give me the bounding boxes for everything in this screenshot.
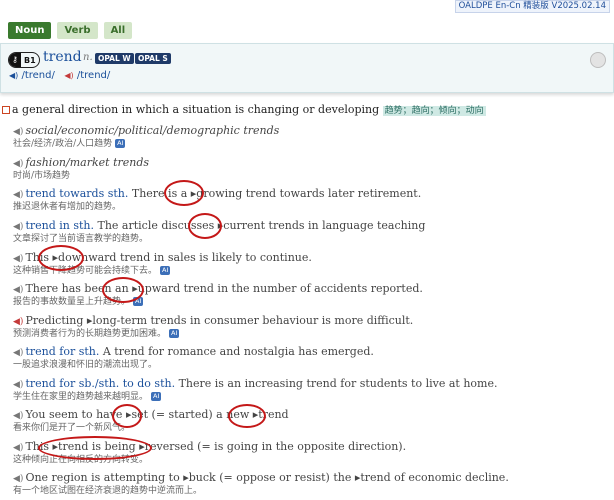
settings-icon[interactable] bbox=[590, 52, 606, 68]
example-chinese: 时尚/市场趋势 bbox=[13, 171, 71, 181]
example-line: ◀) trend towards sth. There is a ▸growing… bbox=[13, 187, 421, 201]
example-chinese: 一股追求浪漫和怀旧的潮流出现了。 bbox=[13, 360, 158, 370]
example-english: One region is attempting to ▸buck (= opp… bbox=[25, 471, 509, 484]
speaker-icon[interactable]: ◀) bbox=[13, 380, 23, 390]
example-chinese: 这种销售下降趋势可能会持续下去。 bbox=[13, 266, 158, 276]
tab-all[interactable]: All bbox=[103, 22, 133, 39]
example-chinese: 文章探讨了当前语言教学的趋势。 bbox=[13, 234, 149, 244]
example-english: social/economic/political/demographic tr… bbox=[25, 124, 280, 137]
speaker-icon[interactable]: ◀) bbox=[13, 254, 23, 264]
example-chinese: 有一个地区试图在经济衰退的趋势中逆流而上。 bbox=[13, 486, 203, 496]
pos-tabs: Noun Verb All bbox=[8, 22, 133, 39]
collocation-pattern: trend for sb./sth. to do sth. bbox=[25, 377, 176, 390]
example-line: ◀) Predicting ▸long-term trends in consum… bbox=[13, 314, 413, 328]
example-item: ◀) trend towards sth. There is a ▸growing… bbox=[13, 187, 421, 213]
speaker-icon[interactable]: ◀) bbox=[13, 222, 23, 232]
example-item: ◀) fashion/market trends 时尚/市场趋势 bbox=[13, 156, 149, 182]
example-line: ◀) fashion/market trends bbox=[13, 156, 149, 170]
definition-text: a general direction in which a situation… bbox=[12, 103, 380, 116]
example-line: ◀) trend for sth. A trend for romance and… bbox=[13, 345, 374, 359]
headword: trend bbox=[43, 49, 82, 65]
speaker-icon[interactable]: ◀) bbox=[13, 285, 23, 295]
highlight-ring bbox=[228, 404, 266, 428]
speaker-icon[interactable]: ◀) bbox=[13, 411, 23, 421]
example-chinese: 看来你们是开了一个新风气。 bbox=[13, 423, 131, 433]
example-item: ◀) trend for sth. A trend for romance and… bbox=[13, 345, 374, 371]
example-english: There has been an ▸upward trend in the n… bbox=[25, 282, 423, 295]
example-chinese: 推迟退休者有增加的趋势。 bbox=[13, 202, 122, 212]
example-item: ◀) Predicting ▸long-term trends in consum… bbox=[13, 314, 413, 340]
definition-chinese: 趋势；趋向；倾向；动向 bbox=[382, 106, 486, 116]
collocation-pattern: trend for sth. bbox=[25, 345, 100, 358]
pron-uk: /trend/ bbox=[21, 70, 55, 81]
example-item: ◀) social/economic/political/demographic … bbox=[13, 124, 279, 150]
opal-w-badge: OPAL W bbox=[95, 53, 134, 64]
collocation-pattern: trend in sth. bbox=[25, 219, 94, 232]
speaker-icon[interactable]: ◀) bbox=[13, 474, 23, 484]
sense-bullet-icon bbox=[2, 106, 10, 114]
highlight-ring bbox=[38, 436, 152, 460]
ai-badge[interactable]: AI bbox=[115, 139, 126, 148]
ai-badge[interactable]: AI bbox=[160, 266, 171, 275]
pron-us: /trend/ bbox=[76, 70, 111, 81]
example-line: ◀) One region is attempting to ▸buck (= o… bbox=[13, 471, 509, 485]
pronunciations: ◀) /trend/ ◀) /trend/ bbox=[9, 70, 110, 81]
example-english: fashion/market trends bbox=[25, 156, 150, 169]
ai-badge[interactable]: AI bbox=[151, 392, 162, 401]
tab-noun[interactable]: Noun bbox=[8, 22, 52, 39]
top-bar: OALDPE En-Cn 精装版 V2025.02.14 bbox=[0, 0, 614, 13]
example-item: ◀) One region is attempting to ▸buck (= o… bbox=[13, 471, 509, 497]
example-line: ◀) There has been an ▸upward trend in the… bbox=[13, 282, 423, 296]
version-label[interactable]: OALDPE En-Cn 精装版 V2025.02.14 bbox=[454, 0, 610, 13]
highlight-ring bbox=[102, 277, 144, 303]
opal-s-badge: OPAL S bbox=[135, 53, 171, 64]
example-item: ◀) trend for sb./sth. to do sth. There is… bbox=[13, 377, 497, 403]
speaker-us-icon[interactable]: ◀) bbox=[64, 71, 73, 80]
tab-verb[interactable]: Verb bbox=[57, 22, 98, 39]
cefr-badge: ⚷ B1 bbox=[8, 52, 40, 68]
speaker-icon[interactable]: ◀) bbox=[13, 190, 23, 200]
example-chinese: 学生住在家里的趋势越来越明显。 bbox=[13, 392, 149, 402]
collocation-pattern: trend towards sth. bbox=[25, 187, 129, 200]
example-line: ◀) trend for sb./sth. to do sth. There is… bbox=[13, 377, 497, 391]
example-item: ◀) There has been an ▸upward trend in the… bbox=[13, 282, 423, 308]
example-english: Predicting ▸long-term trends in consumer… bbox=[25, 314, 414, 327]
example-english: A trend for romance and nostalgia has em… bbox=[99, 345, 374, 358]
example-chinese: 社会/经济/政治/人口趋势 bbox=[13, 139, 113, 149]
highlight-ring bbox=[38, 245, 84, 271]
speaker-icon[interactable]: ◀) bbox=[13, 443, 23, 453]
speaker-icon[interactable]: ◀) bbox=[13, 127, 23, 137]
highlight-ring bbox=[188, 213, 222, 239]
speaker-icon[interactable]: ◀) bbox=[13, 317, 23, 327]
example-chinese: 预测消费者行为的长期趋势更加困难。 bbox=[13, 329, 167, 339]
speaker-icon[interactable]: ◀) bbox=[13, 348, 23, 358]
key-icon: ⚷ bbox=[9, 53, 21, 67]
ai-badge[interactable]: AI bbox=[169, 329, 180, 338]
highlight-ring bbox=[112, 404, 142, 428]
example-english: There is an increasing trend for student… bbox=[175, 377, 498, 390]
entry-header: ⚷ B1 trend n. OPAL W OPAL S ◀) /trend/ ◀… bbox=[0, 43, 614, 93]
part-of-speech: n. bbox=[83, 52, 93, 63]
highlight-ring bbox=[164, 180, 204, 206]
speaker-icon[interactable]: ◀) bbox=[13, 159, 23, 169]
example-line: ◀) social/economic/political/demographic … bbox=[13, 124, 279, 138]
speaker-uk-icon[interactable]: ◀) bbox=[9, 71, 18, 80]
example-english: The article discusses ▸current trends in… bbox=[94, 219, 426, 232]
